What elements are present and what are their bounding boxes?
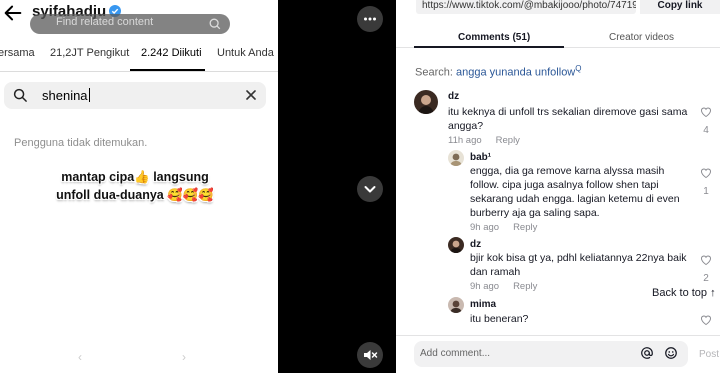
caption-line-2: unfoll dua-duanya 🥰🥰🥰 [56,188,214,202]
search-value: shenina [42,88,90,103]
like-button[interactable]: 1 [699,166,713,197]
nav-chevrons: ‹› [78,350,278,364]
next-video-button[interactable] [357,176,383,202]
related-content-search[interactable]: Find related content [30,14,230,34]
reply-item: bab¹ engga, dia ga remove karna alyssa m… [448,150,720,234]
comments-tabs: Comments (51) Creator videos [396,26,720,48]
comments-panel: https://www.tiktok.com/@mbakijooo/photo/… [396,0,720,373]
emoji-icon[interactable] [664,346,678,360]
comment-time: 11h ago [448,135,482,146]
following-search-input[interactable]: shenina [4,82,266,109]
active-tab-indicator [130,69,205,71]
reply-button[interactable]: Reply [513,281,537,292]
reply-button[interactable]: Reply [513,222,537,233]
like-count: 1 [703,186,709,197]
comment-text: engga, dia ga remove karna alyssa masih … [470,165,680,219]
comment-meta: 11h ago Reply [448,135,520,146]
post-button[interactable]: Post [699,349,719,360]
like-count: 4 [703,125,709,136]
avatar[interactable] [448,237,464,253]
active-tab-indicator [414,46,564,48]
tab-followers[interactable]: 21,2JT Pengikut [50,47,129,59]
tab-bersama[interactable]: ersama [0,47,35,59]
more-options-button[interactable] [357,6,383,32]
video-control-strip [278,0,396,373]
comment-composer: Add comment... Post [396,335,720,373]
close-icon[interactable] [242,86,260,104]
video-caption-overlay: mantap cipa👍 langsung unfoll dua-duanya … [30,168,240,204]
muted-speaker-icon [364,350,378,360]
chevron-down-icon [364,186,376,193]
copy-link-button[interactable]: Copy link [640,0,720,14]
search-icon [13,88,27,102]
avatar[interactable] [448,297,464,313]
heart-icon [701,107,711,118]
like-button[interactable]: 2 [699,253,713,284]
comment-time: 9h ago [470,281,500,292]
comment-author[interactable]: dz [470,239,481,250]
tab-for-you[interactable]: Untuk Anda [217,47,274,59]
tab-following[interactable]: 2.242 Diikuti [141,47,202,59]
back-arrow-icon[interactable] [2,2,24,24]
search-icon: Q [575,64,582,73]
avatar[interactable] [414,90,438,114]
comment-meta: 9h ago Reply [470,222,537,233]
tab-creator-videos[interactable]: Creator videos [609,32,674,43]
related-content-label: Find related content [56,16,154,28]
tab-comments[interactable]: Comments (51) [458,32,530,43]
heart-icon [701,255,711,266]
back-to-top-button[interactable]: Back to top ↑ [652,287,720,305]
heart-icon [701,315,711,326]
comment-text: itu beneran? [470,313,529,325]
comment-input[interactable]: Add comment... [414,341,688,367]
share-url[interactable]: https://www.tiktok.com/@mbakijooo/photo/… [416,0,636,14]
comment-author[interactable]: dz [448,91,459,102]
comment-search-suggestion[interactable]: Search: angga yunanda unfollowQ [415,64,581,79]
avatar[interactable] [448,150,464,166]
profile-tabs: ersama 21,2JT Pengikut 2.242 Diikuti Unt… [0,44,278,72]
caption-line-1: mantap cipa👍 langsung [61,170,209,184]
share-url-bar: https://www.tiktok.com/@mbakijooo/photo/… [416,0,720,14]
search-value-text: shenina [42,88,88,103]
like-button[interactable]: 4 [699,105,713,136]
mute-button[interactable] [357,342,383,368]
reply-button[interactable]: Reply [496,135,520,146]
comment-author[interactable]: bab¹ [470,152,491,163]
comment-meta: 9h ago Reply [470,281,537,292]
search-prefix: Search: [415,66,453,79]
comment-author[interactable]: mima [470,299,496,310]
more-dots-icon [364,17,376,21]
heart-icon [701,168,711,179]
comment-text: bjir kok bisa gt ya, pdhl keliatannya 22… [470,252,687,278]
mention-icon[interactable] [640,346,654,360]
instagram-screenshot: syifahadju Find related content ersama 2… [0,0,278,373]
no-user-found-message: Pengguna tidak ditemukan. [14,137,148,149]
instagram-header: syifahadju Find related content [0,0,278,34]
like-button[interactable] [699,313,713,331]
comment-item: dz itu keknya di unfoll trs sekalian dir… [414,90,720,148]
search-term-link[interactable]: angga yunanda unfollow [456,67,575,79]
search-icon [209,18,221,30]
comment-placeholder: Add comment... [420,348,491,359]
comment-text: itu keknya di unfoll trs sekalian diremo… [448,106,688,132]
comment-time: 9h ago [470,222,500,233]
like-count: 2 [703,273,709,284]
